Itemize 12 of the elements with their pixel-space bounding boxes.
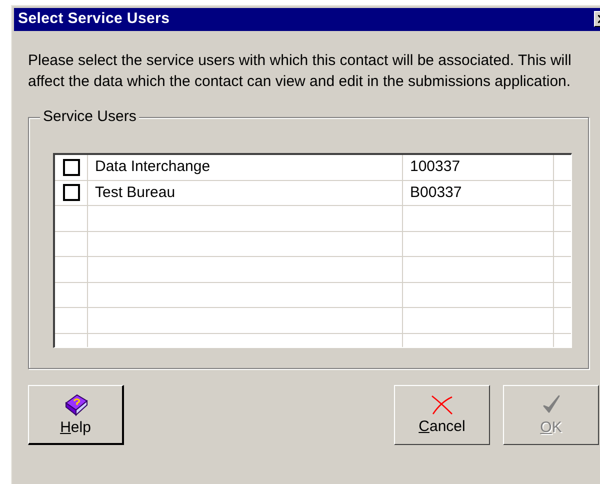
checkbox[interactable] — [62, 184, 80, 202]
help-button[interactable]: Help — [28, 385, 124, 445]
instructions-text: Please select the service users with which this contact will be associated. This will affect the data which the contact can view and edit in the submissions application. — [28, 51, 572, 92]
table-cell-text: Data Interchange — [95, 157, 210, 177]
table-cell-text: 100337 — [410, 157, 460, 177]
table-cell-text: Test Bureau — [95, 182, 176, 202]
window-title: Select Service Users — [18, 9, 170, 30]
table-cell-text: B00337 — [410, 182, 462, 202]
checkbox[interactable] — [62, 158, 80, 176]
help-book-icon — [62, 392, 88, 416]
close-icon — [429, 394, 455, 416]
cancel-button[interactable]: Cancel — [394, 385, 490, 445]
